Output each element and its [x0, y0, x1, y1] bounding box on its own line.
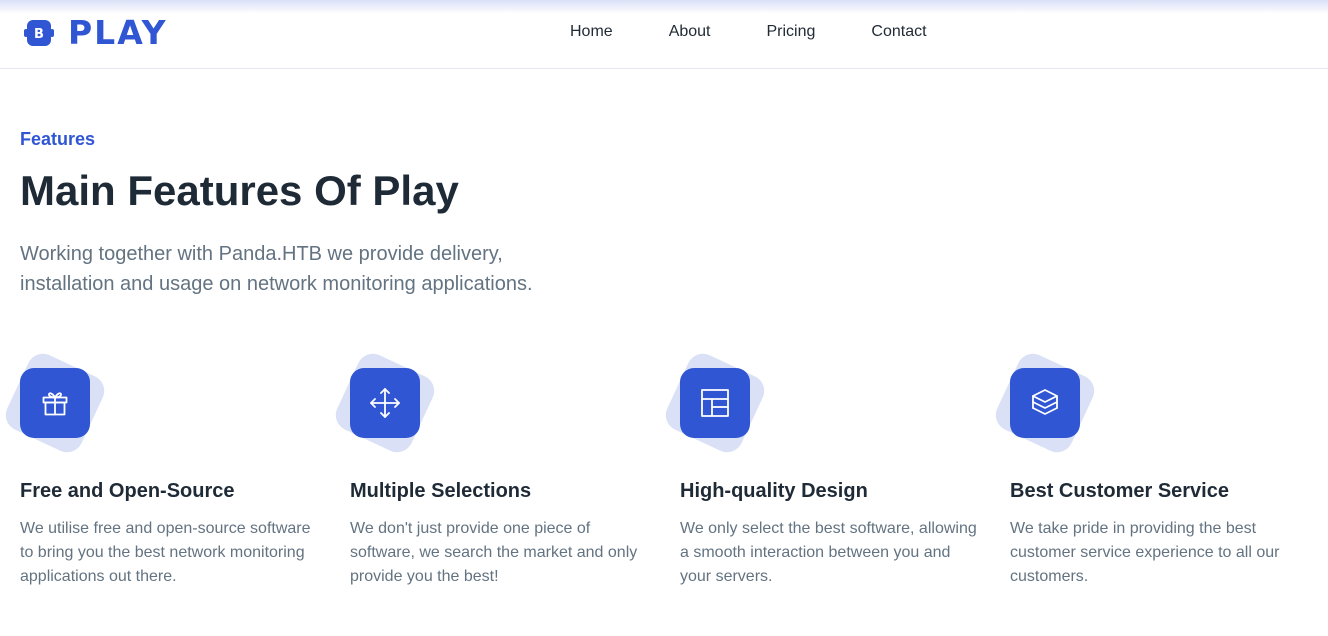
section-lead: Working together with Panda.HTB we provi… [20, 243, 533, 295]
nav-about[interactable]: About [669, 22, 711, 42]
move-arrows-icon [350, 368, 420, 438]
feature-card: High-quality Design We only select the b… [660, 348, 990, 585]
layout-icon [680, 368, 750, 438]
feature-title: Free and Open-Source [20, 480, 235, 502]
svg-text:B: B [34, 27, 44, 42]
feature-text: We utilise free and open-source software… [20, 520, 311, 585]
feature-title: Best Customer Service [1010, 480, 1229, 502]
brand-mark-icon: B [24, 18, 54, 48]
section-eyebrow: Features [20, 129, 96, 149]
feature-card: Free and Open-Source We utilise free and… [0, 348, 330, 585]
nav-home[interactable]: Home [570, 22, 613, 42]
feature-title: High-quality Design [680, 480, 868, 502]
feature-text: We don't just provide one piece of softw… [350, 520, 638, 585]
section-title: Main Features Of Play [20, 167, 459, 214]
brand-logo[interactable]: B PLAY [24, 16, 168, 49]
nav-pricing[interactable]: Pricing [767, 22, 816, 42]
gift-icon [20, 368, 90, 438]
layers-icon [1010, 368, 1080, 438]
feature-title: Multiple Selections [350, 480, 532, 502]
feature-text: We only select the best software, allowi… [680, 520, 977, 585]
main-nav: Home About Pricing Contact [570, 22, 927, 42]
feature-text: We take pride in providing the best cust… [1010, 520, 1280, 585]
site-header: B PLAY Home About Pricing Contact [0, 0, 1328, 69]
nav-contact[interactable]: Contact [871, 22, 926, 42]
feature-card: Multiple Selections We don't just provid… [330, 348, 660, 585]
feature-card: Best Customer Service We take pride in p… [990, 348, 1320, 585]
brand-name: PLAY [68, 13, 168, 52]
